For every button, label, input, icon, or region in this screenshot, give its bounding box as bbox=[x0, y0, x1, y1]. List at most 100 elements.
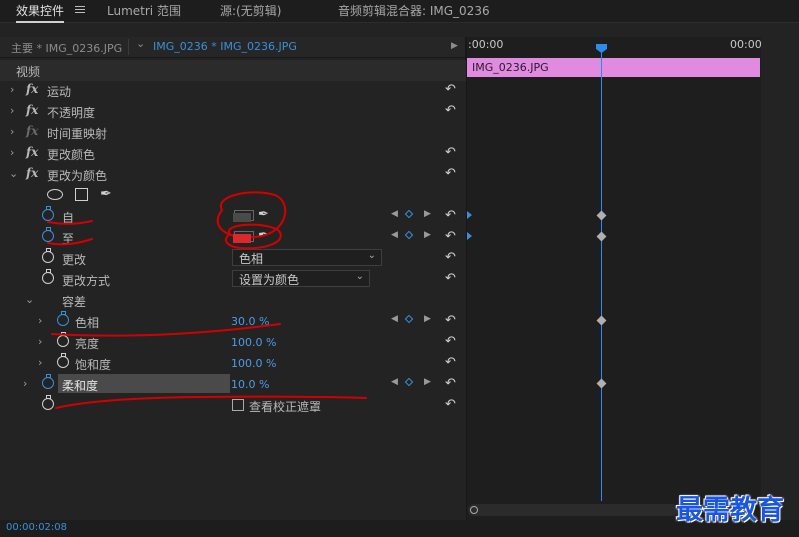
eyedropper-icon[interactable]: ✒ bbox=[258, 228, 269, 243]
stopwatch-icon[interactable] bbox=[42, 269, 54, 284]
hue-value[interactable]: 30.0 % bbox=[231, 315, 269, 328]
effect-row-change-color[interactable]: › fx 更改颜色 ↶ bbox=[0, 143, 466, 164]
stopwatch-icon[interactable] bbox=[57, 311, 69, 326]
next-keyframe-icon[interactable]: ▶ bbox=[424, 230, 431, 240]
tab-source[interactable]: 源:(无剪辑) bbox=[220, 2, 281, 19]
timeline-area[interactable] bbox=[467, 37, 761, 520]
effect-row-motion[interactable]: › fx 运动 ↶ bbox=[0, 80, 466, 101]
play-icon[interactable]: ▶ bbox=[451, 41, 458, 51]
expand-icon[interactable]: › bbox=[38, 335, 42, 348]
eyedropper-icon[interactable]: ✒ bbox=[258, 207, 269, 222]
reset-icon[interactable]: ↶ bbox=[445, 334, 456, 349]
tab-effect-controls[interactable]: 效果控件 bbox=[16, 2, 65, 23]
expand-icon[interactable]: › bbox=[10, 104, 14, 117]
reset-icon[interactable]: ↶ bbox=[445, 250, 456, 265]
fx-icon[interactable]: fx bbox=[26, 82, 38, 96]
sequence-clip-tab[interactable]: IMG_0236 * IMG_0236.JPG bbox=[153, 40, 297, 53]
timeline-scrollbar[interactable] bbox=[468, 504, 678, 516]
stopwatch-icon[interactable] bbox=[42, 395, 54, 410]
reset-icon[interactable]: ↶ bbox=[445, 103, 456, 118]
collapse-icon[interactable]: ⌄ bbox=[9, 167, 18, 180]
add-keyframe-icon[interactable] bbox=[404, 377, 414, 387]
stopwatch-icon[interactable] bbox=[57, 332, 69, 347]
reset-icon[interactable]: ↶ bbox=[445, 166, 456, 181]
prev-keyframe-icon[interactable]: ◀ bbox=[391, 314, 398, 324]
add-keyframe-icon[interactable] bbox=[404, 314, 414, 324]
softness-value[interactable]: 10.0 % bbox=[231, 378, 269, 391]
fx-icon[interactable]: fx bbox=[26, 124, 38, 138]
reset-icon[interactable]: ↶ bbox=[445, 313, 456, 328]
reset-icon[interactable]: ↶ bbox=[445, 397, 456, 412]
timeline-clip[interactable]: IMG_0236.JPG bbox=[467, 58, 760, 77]
reset-icon[interactable]: ↶ bbox=[445, 82, 456, 97]
stopwatch-icon[interactable] bbox=[42, 248, 54, 263]
param-label: 至 bbox=[62, 232, 75, 246]
effect-row-change-to-color[interactable]: ⌄ fx 更改为颜色 ↶ bbox=[0, 164, 466, 185]
change-by-dropdown[interactable]: 设置为颜色 ⌄ bbox=[232, 270, 370, 287]
zoom-handle-icon[interactable] bbox=[470, 506, 478, 514]
collapse-icon[interactable]: ⌄ bbox=[25, 293, 34, 306]
reset-icon[interactable]: ↶ bbox=[445, 229, 456, 244]
param-label: 自 bbox=[62, 211, 75, 225]
fx-icon[interactable]: fx bbox=[26, 103, 38, 117]
expand-icon[interactable]: › bbox=[10, 83, 14, 96]
stopwatch-icon[interactable] bbox=[42, 374, 54, 389]
reset-icon[interactable]: ↶ bbox=[445, 355, 456, 370]
expand-icon[interactable]: › bbox=[38, 314, 42, 327]
expand-icon[interactable]: › bbox=[10, 125, 14, 138]
param-row-change-by: 更改方式 设置为颜色 ⌄ ↶ bbox=[0, 269, 466, 290]
fx-icon[interactable]: fx bbox=[26, 166, 38, 180]
playhead-line[interactable] bbox=[601, 44, 602, 501]
param-row-lightness: › 亮度 100.0 % ↶ bbox=[0, 332, 466, 353]
add-keyframe-icon[interactable] bbox=[404, 230, 414, 240]
effect-row-opacity[interactable]: › fx 不透明度 ↶ bbox=[0, 101, 466, 122]
prev-keyframe-icon[interactable]: ◀ bbox=[391, 209, 398, 219]
param-label: 更改 bbox=[62, 253, 87, 267]
change-dropdown-value: 色相 bbox=[239, 252, 264, 266]
prev-keyframe-icon[interactable]: ◀ bbox=[391, 230, 398, 240]
lightness-value[interactable]: 100.0 % bbox=[231, 336, 276, 349]
next-keyframe-icon[interactable]: ▶ bbox=[424, 377, 431, 387]
param-row-softness: › 柔和度 10.0 % ◀ ▶ ↶ bbox=[0, 374, 466, 395]
change-dropdown[interactable]: 色相 ⌄ bbox=[232, 249, 382, 266]
reset-icon[interactable]: ↶ bbox=[445, 376, 456, 391]
stopwatch-icon[interactable] bbox=[57, 353, 69, 368]
master-clip-tab[interactable]: 主要 * IMG_0236.JPG bbox=[11, 40, 122, 56]
panel-tab-bar: 效果控件 Lumetri 范围 源:(无剪辑) 音频剪辑混合器: IMG_023… bbox=[0, 0, 799, 23]
param-label: 更改方式 bbox=[62, 274, 111, 288]
param-label: 柔和度 bbox=[62, 379, 99, 393]
stopwatch-icon[interactable] bbox=[42, 206, 54, 221]
reset-icon[interactable]: ↶ bbox=[445, 145, 456, 160]
expand-icon[interactable]: › bbox=[23, 377, 27, 390]
timeline-start-time: :00:00 bbox=[468, 38, 504, 51]
watermark-logo: 最需教育 bbox=[676, 495, 784, 526]
rectangle-mask-icon[interactable] bbox=[75, 188, 88, 201]
effect-name: 更改颜色 bbox=[47, 148, 96, 162]
swatch-fill-from bbox=[233, 213, 251, 222]
ellipse-mask-icon[interactable] bbox=[47, 189, 63, 200]
pen-mask-icon[interactable]: ✒ bbox=[100, 186, 112, 202]
reset-icon[interactable]: ↶ bbox=[445, 271, 456, 286]
change-by-dropdown-value: 设置为颜色 bbox=[239, 273, 300, 287]
section-video: 视频 bbox=[0, 60, 466, 81]
current-timecode[interactable]: 00:00:02:08 bbox=[6, 522, 67, 533]
fx-icon[interactable]: fx bbox=[26, 145, 38, 159]
keyframe-marker-to bbox=[467, 232, 472, 240]
saturation-value[interactable]: 100.0 % bbox=[231, 357, 276, 370]
chevron-down-icon: ⌄ bbox=[355, 271, 364, 282]
add-keyframe-icon[interactable] bbox=[404, 209, 414, 219]
chevron-down-icon[interactable]: ⌄ bbox=[136, 37, 145, 50]
view-mask-checkbox[interactable] bbox=[232, 399, 244, 411]
reset-icon[interactable]: ↶ bbox=[445, 208, 456, 223]
panel-menu-icon[interactable] bbox=[75, 4, 85, 15]
tab-audio-clip-mixer[interactable]: 音频剪辑混合器: IMG_0236 bbox=[338, 2, 490, 19]
prev-keyframe-icon[interactable]: ◀ bbox=[391, 377, 398, 387]
stopwatch-icon[interactable] bbox=[42, 227, 54, 242]
expand-icon[interactable]: › bbox=[38, 356, 42, 369]
group-row-tolerance[interactable]: ⌄ 容差 bbox=[0, 290, 466, 311]
next-keyframe-icon[interactable]: ▶ bbox=[424, 314, 431, 324]
effect-row-time-remapping[interactable]: › fx 时间重映射 bbox=[0, 122, 466, 143]
expand-icon[interactable]: › bbox=[10, 146, 14, 159]
next-keyframe-icon[interactable]: ▶ bbox=[424, 209, 431, 219]
tab-lumetri-scopes[interactable]: Lumetri 范围 bbox=[107, 2, 181, 19]
